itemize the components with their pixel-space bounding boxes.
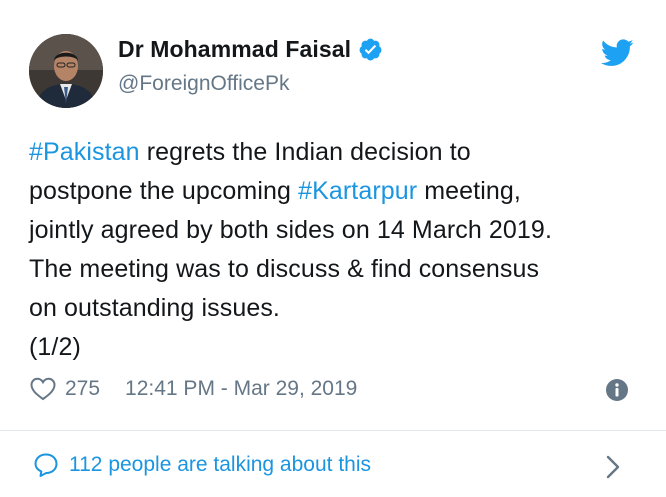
tweet-text-segment: (1/2)	[29, 333, 81, 361]
tweet-text-segment: regrets the Indian decision to	[139, 138, 471, 166]
tweet-text-line: The meeting was to discuss & find consen…	[29, 250, 649, 289]
tweet-text-segment: meeting,	[417, 177, 521, 205]
author-row: Dr Mohammad Faisal	[118, 36, 383, 63]
talking-about-text[interactable]: 112 people are talking about this	[69, 453, 371, 477]
tweet-text-line: postpone the upcoming #Kartarpur meeting…	[29, 172, 649, 211]
tweet-text-segment: on outstanding issues.	[29, 294, 280, 322]
timestamp[interactable]: 12:41 PM - Mar 29, 2019	[125, 377, 357, 401]
hashtag-link[interactable]: #Pakistan	[29, 138, 140, 166]
author-handle[interactable]: @ForeignOfficePk	[118, 72, 290, 96]
verified-badge-icon	[359, 38, 382, 61]
author-name[interactable]: Dr Mohammad Faisal	[118, 36, 351, 63]
speech-bubble-icon	[34, 453, 58, 477]
tweet-meta: 275 12:41 PM - Mar 29, 2019	[30, 374, 357, 404]
tweet-text-line: (1/2)	[29, 328, 649, 367]
tweet-text-line: on outstanding issues.	[29, 289, 649, 328]
chevron-right-icon[interactable]	[604, 454, 622, 480]
info-icon[interactable]	[605, 378, 629, 402]
tweet-text: #Pakistan regrets the Indian decision to…	[29, 133, 649, 367]
tweet-text-segment: The meeting was to discuss & find consen…	[29, 255, 540, 283]
twitter-bird-icon[interactable]	[601, 39, 634, 67]
heart-icon[interactable]	[30, 377, 56, 401]
divider	[0, 430, 666, 431]
avatar[interactable]	[29, 34, 103, 108]
tweet-text-line: jointly agreed by both sides on 14 March…	[29, 211, 649, 250]
tweet-text-segment: postpone the upcoming	[29, 177, 299, 205]
like-count[interactable]: 275	[65, 377, 100, 401]
hashtag-link[interactable]: #Kartarpur	[298, 177, 417, 205]
tweet-card: Dr Mohammad Faisal @ForeignOfficePk #Pak…	[0, 0, 666, 497]
conversation-link[interactable]: 112 people are talking about this	[33, 452, 371, 478]
tweet-text-line: #Pakistan regrets the Indian decision to	[29, 133, 649, 172]
avatar-photo	[29, 34, 103, 108]
tweet-text-segment: jointly agreed by both sides on 14 March…	[29, 216, 552, 244]
